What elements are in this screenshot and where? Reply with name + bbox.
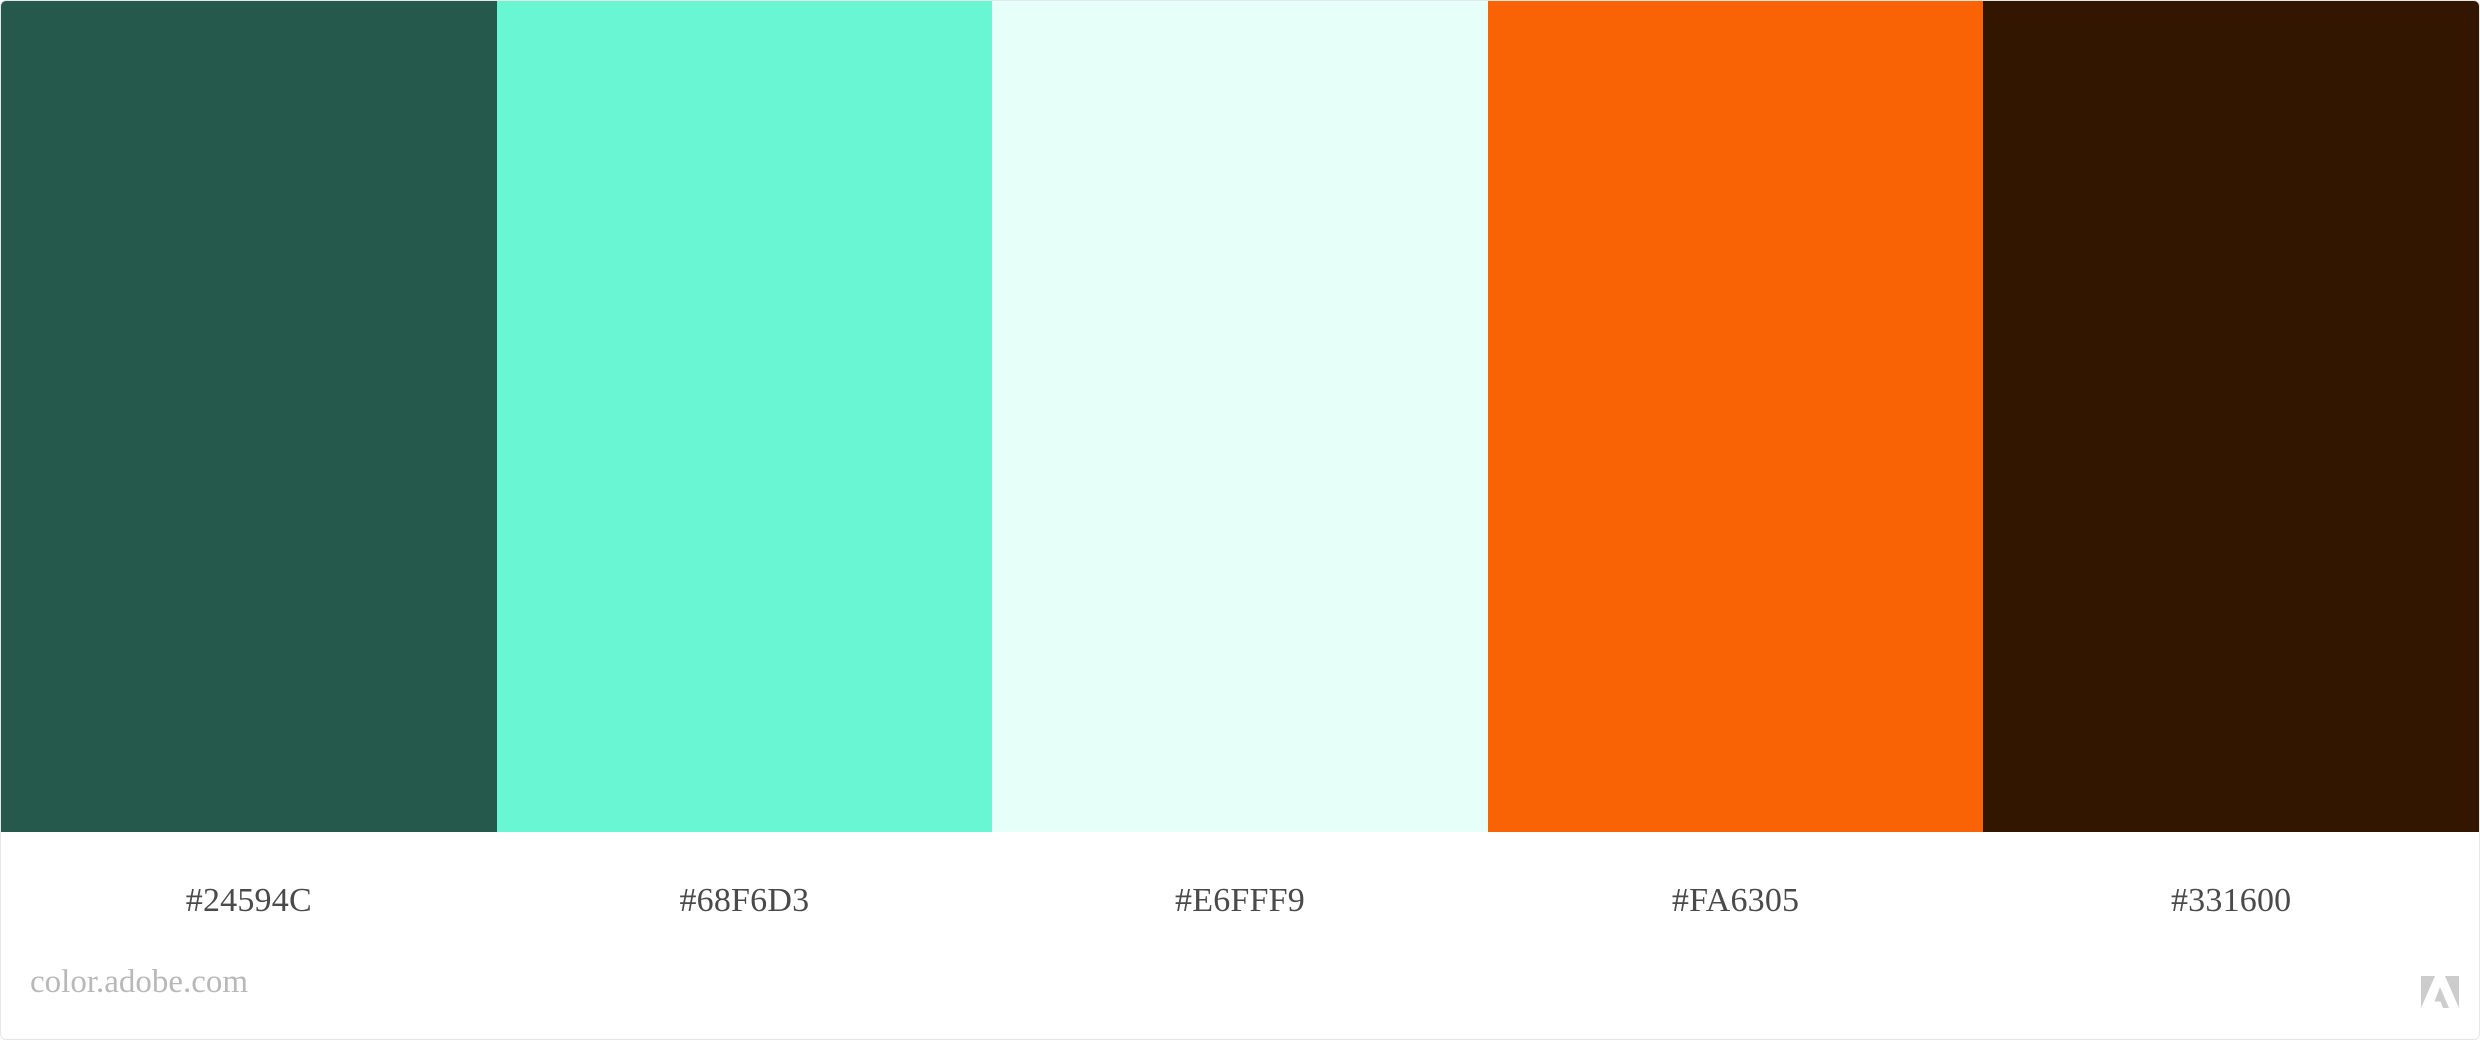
color-swatch-5 (1983, 1, 2479, 832)
swatch-row (1, 1, 2479, 832)
footer: color.adobe.com (1, 958, 2479, 1039)
hex-label-1: #24594C (185, 882, 312, 919)
hex-label-4: #FA6305 (1671, 882, 1800, 919)
hex-label-row: #24594C #68F6D3 #E6FFF9 #FA6305 #331600 (1, 832, 2479, 958)
color-swatch-4 (1487, 1, 1984, 832)
adobe-logo-icon (2421, 976, 2459, 1008)
hex-label-5: #331600 (2170, 882, 2292, 919)
hex-label-2: #68F6D3 (679, 882, 810, 919)
hex-label-3: #E6FFF9 (1175, 882, 1305, 919)
color-swatch-1 (1, 1, 497, 832)
color-swatch-3 (992, 1, 1488, 832)
brand-text: color.adobe.com (30, 964, 249, 1000)
palette-card: #24594C #68F6D3 #E6FFF9 #FA6305 #331600 … (0, 0, 2480, 1040)
color-swatch-2 (496, 1, 993, 832)
